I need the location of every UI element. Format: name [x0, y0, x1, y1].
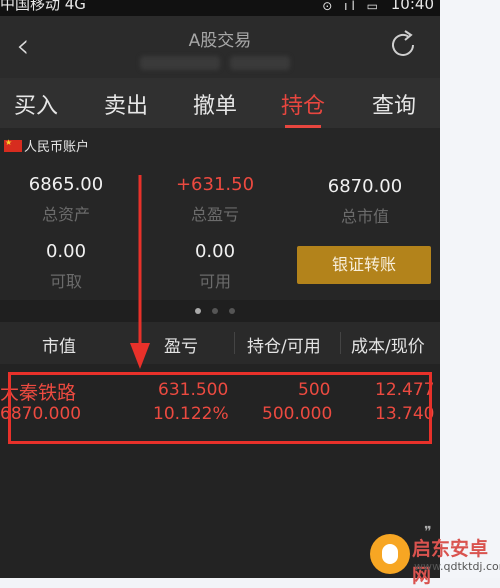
total-assets-value: 6865.00 [28, 174, 104, 195]
available-funds: 0.00 可用 [155, 241, 275, 292]
blurred-account-info [140, 56, 220, 70]
withdrawable-label: 可取 [49, 272, 82, 291]
page-indicator [0, 300, 440, 322]
bank-transfer-button[interactable]: 银证转账 [297, 246, 431, 284]
market-value-value: 6870.00 [327, 176, 403, 197]
china-flag-icon [4, 138, 22, 152]
market-value-label: 总市值 [340, 207, 389, 226]
carrier-label: 中国移动 4G [0, 0, 86, 13]
watermark-logo-icon [370, 534, 410, 574]
market-value: 6870.00 总市值 [305, 176, 425, 227]
col-pnl: 盈亏 [164, 337, 198, 357]
positions-table-header: 市值 盈亏 持仓/可用 成本/现价 [0, 322, 440, 365]
total-assets-label: 总资产 [41, 205, 90, 224]
signal-icons: ⊙ ıl ▭ [322, 0, 382, 13]
tab-query[interactable]: 查询 [372, 88, 416, 120]
total-pnl-label: 总盈亏 [190, 205, 239, 224]
col-position: 持仓/可用 [247, 337, 321, 357]
account-label: 人民币账户 [4, 136, 89, 155]
available-label: 可用 [198, 272, 231, 291]
watermark-url: www.qdtktdj.com [414, 560, 500, 573]
tab-cancel[interactable]: 撤单 [193, 88, 237, 120]
refresh-icon[interactable] [386, 28, 420, 62]
total-assets: 6865.00 总资产 [6, 174, 126, 225]
column-divider [340, 332, 341, 354]
total-pnl: +631.50 总盈亏 [155, 174, 275, 225]
phone-screen: 中国移动 4G ⊙ ıl ▭ 10:40 ‹ A股交易 买入 卖出 撤单 持仓 … [0, 0, 440, 578]
watermark: 启东安卓网 www.qdtktdj.com [370, 530, 500, 587]
page-dot [229, 308, 235, 314]
clock: 10:40 [390, 0, 434, 13]
page-title: A股交易 [188, 31, 252, 51]
status-bar: 中国移动 4G ⊙ ıl ▭ 10:40 [0, 0, 440, 16]
tab-positions[interactable]: 持仓 [281, 88, 325, 128]
withdrawable: 0.00 可取 [6, 241, 126, 292]
total-pnl-value: +631.50 [175, 174, 255, 195]
page-dot [212, 308, 218, 314]
tab-buy[interactable]: 买入 [14, 88, 58, 120]
page-background [440, 0, 500, 578]
page-dot [195, 308, 201, 314]
column-divider [234, 332, 235, 354]
tab-sell[interactable]: 卖出 [104, 88, 148, 120]
col-market-value: 市值 [42, 337, 76, 357]
annotation-arrow-icon [130, 175, 150, 369]
app-header: ‹ A股交易 [0, 16, 440, 78]
blurred-account-info [230, 56, 290, 70]
available-value: 0.00 [194, 241, 236, 262]
trade-tabs: 买入 卖出 撤单 持仓 查询 [0, 78, 440, 128]
col-cost-price: 成本/现价 [351, 337, 425, 357]
highlight-box [8, 372, 432, 444]
withdrawable-value: 0.00 [45, 241, 87, 262]
